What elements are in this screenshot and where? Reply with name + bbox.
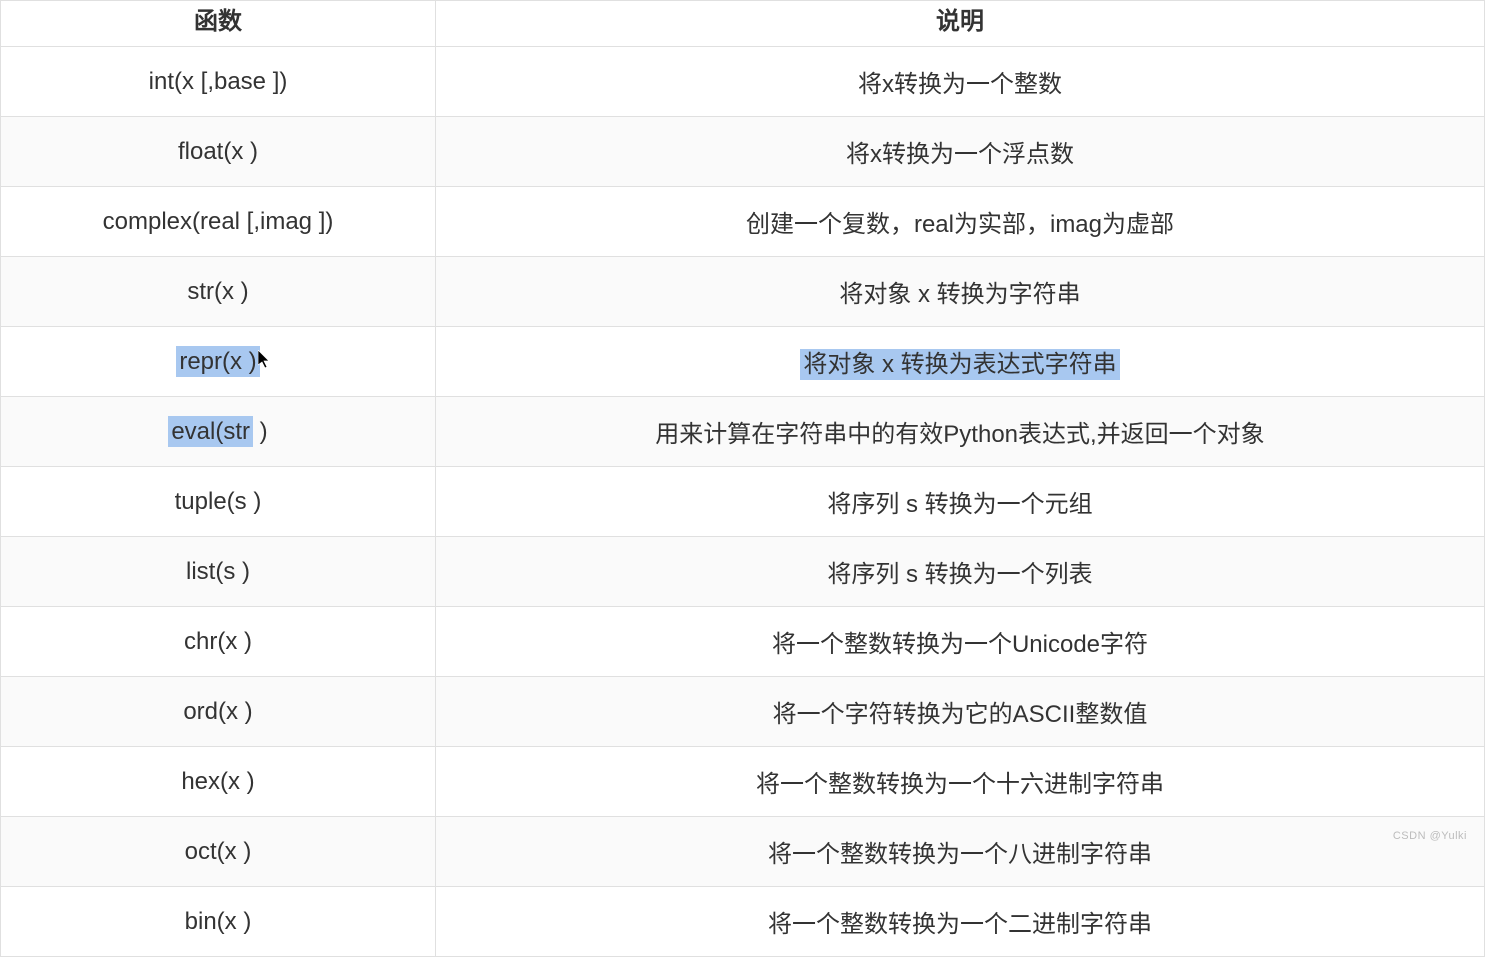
cell-description: 将x转换为一个浮点数 <box>436 117 1485 187</box>
cell-function: repr(x ) <box>1 327 436 397</box>
table-row: eval(str )用来计算在字符串中的有效Python表达式,并返回一个对象 <box>1 397 1485 467</box>
cell-description: 创建一个复数，real为实部，imag为虚部 <box>436 187 1485 257</box>
cell-function: list(s ) <box>1 537 436 607</box>
table-row: complex(real [,imag ])创建一个复数，real为实部，ima… <box>1 187 1485 257</box>
cell-function: ord(x ) <box>1 677 436 747</box>
cell-text: ) <box>253 418 268 445</box>
watermark-text: CSDN @Yulki <box>1393 830 1467 842</box>
header-description: 说明 <box>436 1 1485 47</box>
highlighted-text: repr(x ) <box>176 346 259 377</box>
cell-function: tuple(s ) <box>1 467 436 537</box>
cell-description: 将一个整数转换为一个八进制字符串 <box>436 817 1485 887</box>
cell-function: hex(x ) <box>1 747 436 817</box>
table-row: tuple(s )将序列 s 转换为一个元组 <box>1 467 1485 537</box>
table-row: bin(x )将一个整数转换为一个二进制字符串 <box>1 887 1485 957</box>
functions-table: 函数 说明 int(x [,base ])将x转换为一个整数float(x )将… <box>0 0 1485 957</box>
cell-description: 将对象 x 转换为表达式字符串 <box>436 327 1485 397</box>
cell-function: float(x ) <box>1 117 436 187</box>
table-row: oct(x )将一个整数转换为一个八进制字符串 <box>1 817 1485 887</box>
table-row: chr(x )将一个整数转换为一个Unicode字符 <box>1 607 1485 677</box>
header-function: 函数 <box>1 1 436 47</box>
cell-description: 将一个字符转换为它的ASCII整数值 <box>436 677 1485 747</box>
cell-function: complex(real [,imag ]) <box>1 187 436 257</box>
cell-function: int(x [,base ]) <box>1 47 436 117</box>
table-row: hex(x )将一个整数转换为一个十六进制字符串 <box>1 747 1485 817</box>
cell-function: bin(x ) <box>1 887 436 957</box>
table-row: list(s )将序列 s 转换为一个列表 <box>1 537 1485 607</box>
cell-description: 将一个整数转换为一个二进制字符串 <box>436 887 1485 957</box>
table-header-row: 函数 说明 <box>1 1 1485 47</box>
cell-function: str(x ) <box>1 257 436 327</box>
cell-function: oct(x ) <box>1 817 436 887</box>
cell-function: eval(str ) <box>1 397 436 467</box>
cell-function: chr(x ) <box>1 607 436 677</box>
cell-description: 将x转换为一个整数 <box>436 47 1485 117</box>
table-row: ord(x )将一个字符转换为它的ASCII整数值 <box>1 677 1485 747</box>
highlighted-text: eval(str <box>168 416 253 447</box>
cell-description: 将序列 s 转换为一个列表 <box>436 537 1485 607</box>
highlighted-text: 将对象 x 转换为表达式字符串 <box>800 349 1119 380</box>
cell-description: 用来计算在字符串中的有效Python表达式,并返回一个对象 <box>436 397 1485 467</box>
table-row: str(x )将对象 x 转换为字符串 <box>1 257 1485 327</box>
table-row: int(x [,base ])将x转换为一个整数 <box>1 47 1485 117</box>
table-row: float(x )将x转换为一个浮点数 <box>1 117 1485 187</box>
cell-description: 将序列 s 转换为一个元组 <box>436 467 1485 537</box>
table-row: repr(x ) 将对象 x 转换为表达式字符串 <box>1 327 1485 397</box>
cell-description: 将一个整数转换为一个Unicode字符 <box>436 607 1485 677</box>
cell-description: 将一个整数转换为一个十六进制字符串 <box>436 747 1485 817</box>
cell-description: 将对象 x 转换为字符串 <box>436 257 1485 327</box>
